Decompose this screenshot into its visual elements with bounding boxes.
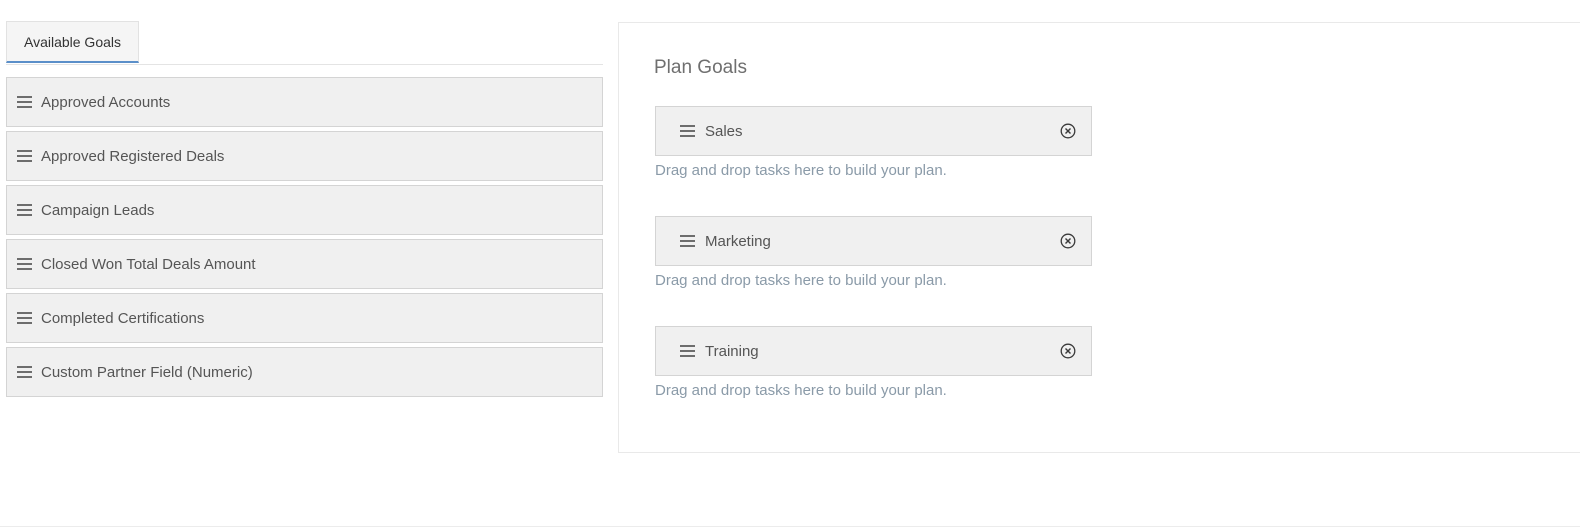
plan-card-label: Marketing xyxy=(705,232,771,250)
hamburger-icon xyxy=(17,96,32,108)
goal-item-label: Approved Accounts xyxy=(41,93,171,111)
goal-item-approved-accounts[interactable]: Approved Accounts xyxy=(6,77,603,127)
drop-zone-hint[interactable]: Drag and drop tasks here to build your p… xyxy=(655,272,1092,289)
drop-zone-hint[interactable]: Drag and drop tasks here to build your p… xyxy=(655,162,1092,179)
hamburger-icon xyxy=(680,235,695,247)
plan-card-label: Training xyxy=(705,342,759,360)
plan-card-sales[interactable]: Sales xyxy=(655,106,1092,156)
goal-item-campaign-leads[interactable]: Campaign Leads xyxy=(6,185,603,235)
hamburger-icon xyxy=(17,150,32,162)
plan-group-marketing: Marketing Drag and drop tasks here to bu… xyxy=(655,216,1092,289)
plan-card-label: Sales xyxy=(705,122,743,140)
close-circle-icon[interactable] xyxy=(1060,123,1076,139)
goal-item-label: Custom Partner Field (Numeric) xyxy=(41,363,253,381)
hamburger-icon xyxy=(17,204,32,216)
plan-group-training: Training Drag and drop tasks here to bui… xyxy=(655,326,1092,399)
plan-goals-title: Plan Goals xyxy=(654,57,747,78)
drop-zone-hint[interactable]: Drag and drop tasks here to build your p… xyxy=(655,382,1092,399)
page: Available Goals Approved Accounts Approv… xyxy=(0,0,1580,532)
plan-card-training[interactable]: Training xyxy=(655,326,1092,376)
available-goals-column: Available Goals Approved Accounts Approv… xyxy=(6,21,603,401)
tab-bar: Available Goals xyxy=(6,21,603,65)
hamburger-icon xyxy=(17,312,32,324)
goal-item-label: Closed Won Total Deals Amount xyxy=(41,255,256,273)
hamburger-icon xyxy=(17,258,32,270)
bottom-divider xyxy=(0,526,1580,527)
goal-item-completed-certifications[interactable]: Completed Certifications xyxy=(6,293,603,343)
plan-card-marketing[interactable]: Marketing xyxy=(655,216,1092,266)
available-goals-list: Approved Accounts Approved Registered De… xyxy=(6,77,603,397)
goal-item-approved-registered-deals[interactable]: Approved Registered Deals xyxy=(6,131,603,181)
hamburger-icon xyxy=(17,366,32,378)
goal-item-custom-partner-field-numeric[interactable]: Custom Partner Field (Numeric) xyxy=(6,347,603,397)
goal-item-label: Approved Registered Deals xyxy=(41,147,225,165)
goal-item-closed-won-total-deals-amount[interactable]: Closed Won Total Deals Amount xyxy=(6,239,603,289)
close-circle-icon[interactable] xyxy=(1060,233,1076,249)
goal-item-label: Campaign Leads xyxy=(41,201,155,219)
tab-available-goals[interactable]: Available Goals xyxy=(6,21,139,63)
close-circle-icon[interactable] xyxy=(1060,343,1076,359)
goal-item-label: Completed Certifications xyxy=(41,309,205,327)
hamburger-icon xyxy=(680,125,695,137)
hamburger-icon xyxy=(680,345,695,357)
plan-group-sales: Sales Drag and drop tasks here to build … xyxy=(655,106,1092,179)
plan-goals-panel: Plan Goals Sales Drag and drop tasks her… xyxy=(618,22,1580,453)
